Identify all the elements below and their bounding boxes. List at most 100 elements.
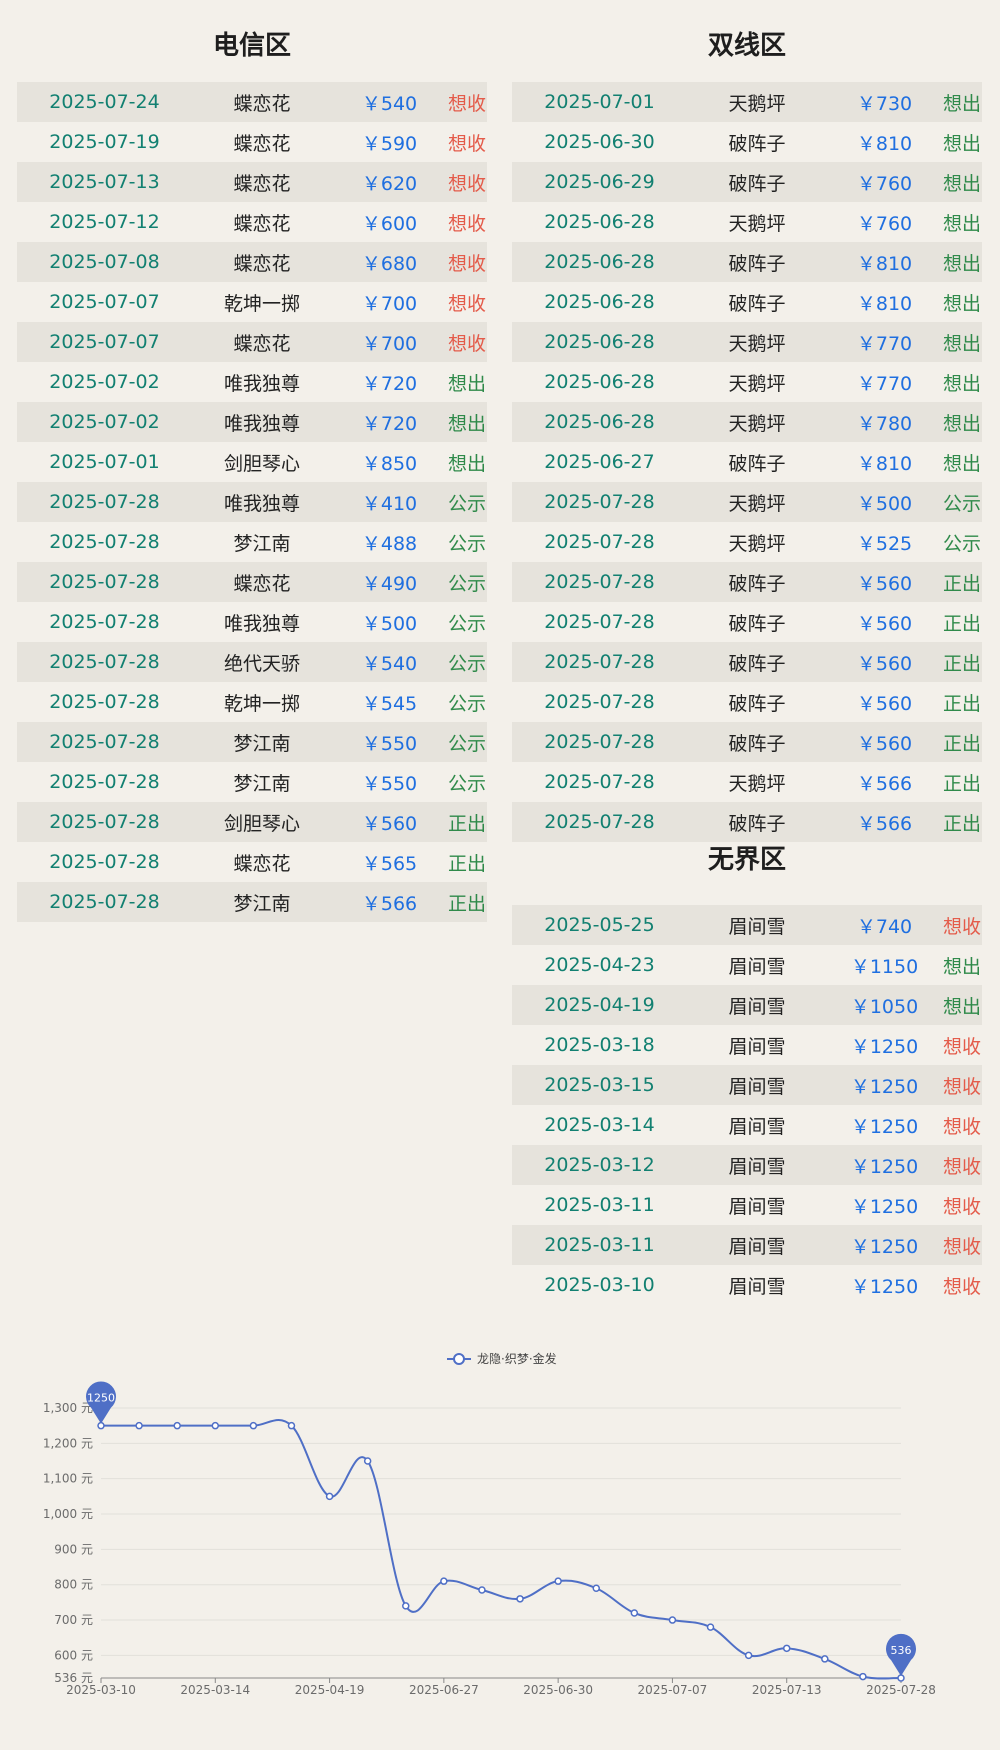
price-cell: ￥1050: [850, 995, 919, 1018]
status-cell: 想出: [942, 332, 981, 355]
price-cell: ￥770: [856, 372, 913, 395]
table-row: 2025-07-28 天鹅坪 ￥566 正出: [512, 762, 982, 802]
date-cell: 2025-07-28: [544, 571, 655, 593]
status-cell: 想收: [942, 1075, 981, 1098]
status-cell: 公示: [447, 652, 486, 675]
price-cell: ￥1150: [850, 955, 919, 978]
date-cell: 2025-07-01: [49, 451, 160, 473]
date-cell: 2025-07-28: [544, 531, 655, 553]
date-cell: 2025-03-18: [544, 1034, 655, 1056]
data-point: [668, 1616, 677, 1624]
price-cell: ￥1250: [850, 1035, 919, 1058]
x-tick-label: 2025-06-30: [523, 1683, 593, 1697]
y-tick-label: 700 元: [54, 1613, 93, 1627]
item-name-cell: 破阵子: [728, 572, 786, 595]
x-tick-label: 2025-06-27: [409, 1683, 479, 1697]
table-row: 2025-07-07 乾坤一掷 ￥700 想收: [17, 282, 487, 322]
status-cell: 公示: [942, 492, 981, 515]
table-row: 2025-07-19 蝶恋花 ￥590 想收: [17, 122, 487, 162]
price-cell: ￥730: [856, 92, 913, 115]
table-row: 2025-03-11 眉间雪 ￥1250 想收: [512, 1225, 982, 1265]
price-cell: ￥560: [856, 692, 913, 715]
status-cell: 正出: [942, 772, 981, 795]
date-cell: 2025-07-24: [49, 91, 160, 113]
data-point: [859, 1672, 867, 1681]
data-point: [592, 1584, 600, 1592]
table-row: 2025-07-28 破阵子 ￥560 正出: [512, 722, 982, 762]
table-row: 2025-04-23 眉间雪 ￥1150 想出: [512, 945, 982, 985]
status-cell: 公示: [447, 572, 486, 595]
data-point: [363, 1457, 372, 1465]
price-cell: ￥810: [856, 252, 913, 275]
status-cell: 公示: [447, 532, 486, 555]
item-name-cell: 剑胆琴心: [223, 812, 300, 835]
data-point: [744, 1651, 753, 1660]
data-point: [287, 1421, 296, 1430]
item-name-cell: 破阵子: [728, 692, 786, 715]
price-cell: ￥500: [361, 612, 418, 635]
price-cell: ￥770: [856, 332, 913, 355]
boundless-section: 无界区 2025-05-25 眉间雪 ￥740 想收 2025-04-23 眉间雪 ￥115…: [512, 835, 982, 1305]
x-tick-label: 2025-04-19: [295, 1683, 365, 1697]
data-point: [135, 1421, 143, 1430]
item-name-cell: 眉间雪: [728, 1275, 786, 1298]
table-row: 2025-07-02 唯我独尊 ￥720 想出: [17, 362, 487, 402]
table-row: 2025-03-14 眉间雪 ￥1250 想收: [512, 1105, 982, 1145]
date-cell: 2025-07-28: [49, 811, 160, 833]
item-name-cell: 乾坤一掷: [223, 692, 300, 715]
item-name-cell: 蝶恋花: [233, 212, 291, 235]
price-cell: ￥540: [361, 652, 418, 675]
table-row: 2025-04-19 眉间雪 ￥1050 想出: [512, 985, 982, 1025]
telecom-table: 2025-07-24 蝶恋花 ￥540 想收 2025-07-19 蝶恋花 ￥590 想收 20…: [17, 82, 487, 922]
table-row: 2025-06-28 破阵子 ￥810 想出: [512, 242, 982, 282]
item-name-cell: 破阵子: [728, 732, 786, 755]
price-cell: ￥1250: [850, 1155, 919, 1178]
data-point: [821, 1655, 829, 1663]
item-name-cell: 眉间雪: [728, 915, 786, 938]
price-cell: ￥810: [856, 132, 913, 155]
item-name-cell: 破阵子: [728, 612, 786, 635]
item-name-cell: 破阵子: [728, 292, 786, 315]
table-row: 2025-06-30 破阵子 ￥810 想出: [512, 122, 982, 162]
table-row: 2025-03-11 眉间雪 ￥1250 想收: [512, 1185, 982, 1225]
date-cell: 2025-06-28: [544, 291, 655, 313]
table-row: 2025-07-28 破阵子 ￥560 正出: [512, 682, 982, 722]
x-tick-label: 2025-03-14: [180, 1683, 250, 1697]
table-row: 2025-07-28 破阵子 ￥560 正出: [512, 602, 982, 642]
price-cell: ￥720: [361, 372, 418, 395]
item-name-cell: 蝶恋花: [233, 172, 291, 195]
date-cell: 2025-07-28: [49, 531, 160, 553]
status-cell: 正出: [447, 852, 486, 875]
table-row: 2025-07-28 剑胆琴心 ￥560 正出: [17, 802, 487, 842]
date-cell: 2025-06-27: [544, 451, 655, 473]
price-cell: ￥566: [361, 892, 418, 915]
price-cell: ￥740: [856, 915, 913, 938]
y-tick-label: 1,000 元: [43, 1507, 93, 1521]
price-cell: ￥560: [856, 612, 913, 635]
status-cell: 想收: [942, 1235, 981, 1258]
item-name-cell: 蝶恋花: [233, 852, 291, 875]
item-name-cell: 眉间雪: [728, 1195, 786, 1218]
status-cell: 想出: [942, 92, 981, 115]
price-cell: ￥545: [361, 692, 418, 715]
data-point: [249, 1421, 258, 1430]
date-cell: 2025-04-23: [544, 954, 655, 976]
table-row: 2025-07-01 天鹅坪 ￥730 想出: [512, 82, 982, 122]
table-row: 2025-06-28 天鹅坪 ￥770 想出: [512, 322, 982, 362]
price-cell: ￥410: [361, 492, 418, 515]
status-cell: 想出: [942, 292, 981, 315]
y-tick-label: 800 元: [54, 1578, 93, 1592]
table-row: 2025-06-29 破阵子 ￥760 想出: [512, 162, 982, 202]
table-row: 2025-07-07 蝶恋花 ￥700 想收: [17, 322, 487, 362]
status-cell: 正出: [942, 812, 981, 835]
price-cell: ￥560: [856, 652, 913, 675]
date-cell: 2025-03-12: [544, 1154, 655, 1176]
y-tick-label: 900 元: [54, 1542, 93, 1556]
max-marker-label: 1250: [87, 1392, 115, 1405]
price-cell: ￥550: [361, 772, 418, 795]
date-cell: 2025-07-07: [49, 291, 160, 313]
price-cell: ￥700: [361, 332, 418, 355]
item-name-cell: 天鹅坪: [728, 532, 786, 555]
x-tick-label: 2025-07-07: [638, 1683, 708, 1697]
item-name-cell: 天鹅坪: [728, 92, 786, 115]
